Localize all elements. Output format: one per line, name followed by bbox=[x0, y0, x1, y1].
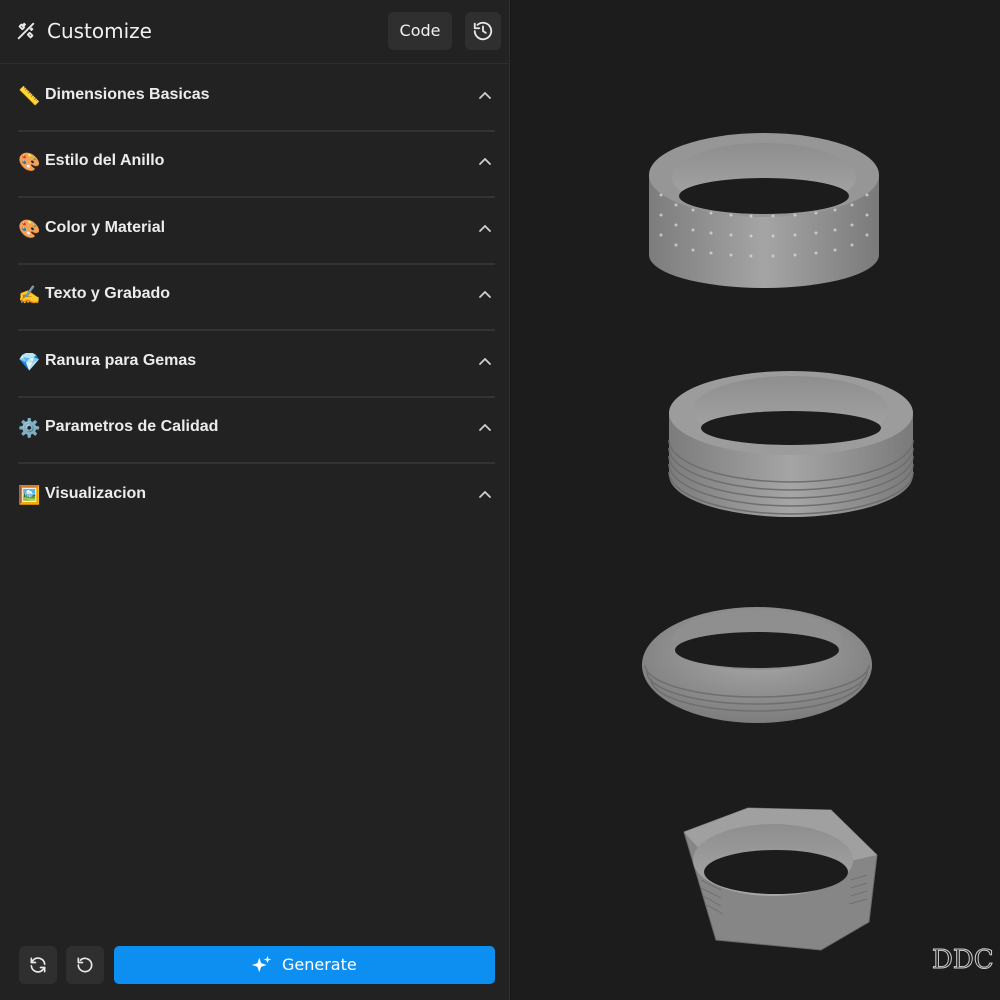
chevron-up-icon[interactable] bbox=[477, 88, 493, 104]
customize-panel: Customize Code 📏 Dimensiones Basicas 🎨 E… bbox=[0, 0, 510, 1000]
picture-icon: 🖼️ bbox=[18, 485, 41, 505]
hexagonal-ring-model[interactable] bbox=[683, 807, 878, 951]
customize-icon bbox=[17, 22, 35, 40]
section-label: Parametros de Calidad bbox=[45, 418, 219, 435]
writing-hand-icon: ✍️ bbox=[18, 285, 41, 305]
dotted-band-ring-model[interactable] bbox=[649, 133, 879, 288]
generate-label: Generate bbox=[282, 955, 357, 974]
3d-viewport[interactable] bbox=[511, 0, 1000, 1000]
chevron-up-icon[interactable] bbox=[477, 354, 493, 370]
gear-icon: ⚙️ bbox=[18, 418, 41, 438]
section-estilo-del-anillo[interactable]: 🎨 Estilo del Anillo bbox=[18, 142, 495, 198]
watermark-logo: DDC bbox=[932, 945, 995, 976]
section-label: Dimensiones Basicas bbox=[45, 86, 210, 103]
section-dimensiones-basicas[interactable]: 📏 Dimensiones Basicas bbox=[18, 76, 495, 132]
panel-title: Customize bbox=[47, 19, 152, 43]
ring-models-canvas[interactable] bbox=[511, 0, 1000, 1000]
section-color-y-material[interactable]: 🎨 Color y Material bbox=[18, 209, 495, 265]
history-button[interactable] bbox=[465, 12, 501, 50]
panel-header: Customize Code bbox=[0, 0, 510, 64]
undo-icon bbox=[77, 957, 93, 973]
section-label: Visualizacion bbox=[45, 485, 147, 502]
chevron-up-icon[interactable] bbox=[477, 420, 493, 436]
sparkles-icon bbox=[252, 955, 272, 973]
refresh-button[interactable] bbox=[19, 946, 57, 984]
ruler-icon: 📏 bbox=[18, 86, 41, 106]
chevron-up-icon[interactable] bbox=[477, 154, 493, 170]
section-ranura-para-gemas[interactable]: 💎 Ranura para Gemas bbox=[18, 342, 495, 398]
rounded-comfort-ring-model[interactable] bbox=[642, 607, 872, 723]
section-visualizacion[interactable]: 🖼️ Visualizacion bbox=[18, 475, 495, 531]
undo-button[interactable] bbox=[66, 946, 104, 984]
section-label: Ranura para Gemas bbox=[45, 352, 197, 369]
grooved-band-ring-model[interactable] bbox=[668, 371, 914, 517]
palette-icon: 🎨 bbox=[18, 152, 41, 172]
section-label: Estilo del Anillo bbox=[45, 152, 165, 169]
section-label: Texto y Grabado bbox=[45, 285, 171, 302]
section-parametros-de-calidad[interactable]: ⚙️ Parametros de Calidad bbox=[18, 408, 495, 464]
chevron-up-icon[interactable] bbox=[477, 487, 493, 503]
svg-text:DDC: DDC bbox=[932, 945, 994, 975]
chevron-up-icon[interactable] bbox=[477, 287, 493, 303]
section-texto-y-grabado[interactable]: ✍️ Texto y Grabado bbox=[18, 275, 495, 331]
section-label: Color y Material bbox=[45, 219, 166, 236]
refresh-icon bbox=[30, 957, 46, 973]
generate-button[interactable]: Generate bbox=[114, 946, 495, 984]
code-button[interactable]: Code bbox=[388, 12, 452, 50]
palette-icon: 🎨 bbox=[18, 219, 41, 239]
chevron-up-icon[interactable] bbox=[477, 221, 493, 237]
gem-icon: 💎 bbox=[18, 352, 41, 372]
history-icon bbox=[473, 21, 493, 41]
